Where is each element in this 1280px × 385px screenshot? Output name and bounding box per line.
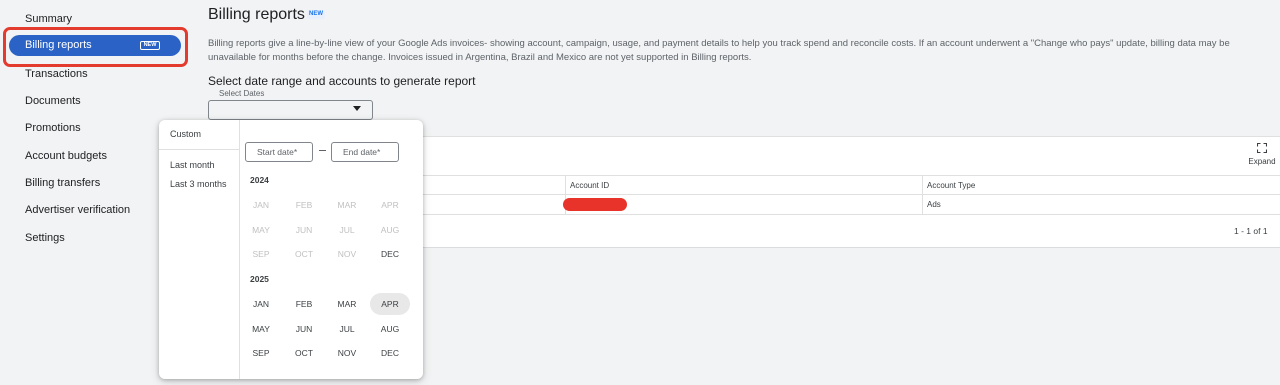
sidebar-item-settings[interactable]: Settings xyxy=(25,231,65,245)
month-dec-2025[interactable]: DEC xyxy=(370,342,410,364)
month-apr-2024: APR xyxy=(381,200,399,210)
page-title: Billing reports xyxy=(208,6,305,23)
month-jan-2025[interactable]: JAN xyxy=(241,293,281,315)
month-oct-2024: OCT xyxy=(295,249,313,260)
fullscreen-icon xyxy=(1257,143,1267,153)
year-label: 2025 xyxy=(250,274,269,284)
column-header-account-type[interactable]: Account Type xyxy=(927,181,975,191)
preset-list: Custom Last month Last 3 months xyxy=(159,120,240,379)
start-date-input[interactable]: Start date* xyxy=(245,142,313,162)
redacted-account-id xyxy=(563,198,627,211)
month-oct-2025[interactable]: OCT xyxy=(284,342,324,364)
month-jul-2024: JUL xyxy=(339,224,355,235)
account-type-cell: Ads xyxy=(927,200,941,209)
month-dec-2024[interactable]: DEC xyxy=(370,243,410,265)
month-mar-2024: MAR xyxy=(337,200,357,210)
sidebar-item-account-budgets[interactable]: Account budgets xyxy=(25,149,107,163)
sidebar-item-billing-transfers[interactable]: Billing transfers xyxy=(25,176,100,190)
month-sep-2024: SEP xyxy=(252,249,270,260)
preset-last-month[interactable]: Last month xyxy=(170,160,215,171)
month-jun-2025[interactable]: JUN xyxy=(284,318,324,340)
month-may-2024: MAY xyxy=(252,224,270,235)
page-description: Billing reports give a line-by-line view… xyxy=(208,38,1230,63)
new-badge: NEW xyxy=(307,10,325,19)
month-aug-2025[interactable]: AUG xyxy=(370,318,410,340)
annotation-highlight-box xyxy=(3,27,188,67)
month-may-2025[interactable]: MAY xyxy=(241,318,281,340)
month-mar-2025[interactable]: MAR xyxy=(327,293,367,315)
month-feb-2025[interactable]: FEB xyxy=(284,293,324,315)
expand-label: Expand xyxy=(1248,157,1276,166)
select-dates-label: Select Dates xyxy=(216,89,268,98)
column-header-account-id[interactable]: Account ID xyxy=(570,181,609,191)
preset-last-3-months[interactable]: Last 3 months xyxy=(170,179,227,190)
month-nov-2025[interactable]: NOV xyxy=(327,342,367,364)
select-dates-dropdown[interactable] xyxy=(208,100,373,120)
sidebar-item-summary[interactable]: Summary xyxy=(25,12,72,26)
table-row[interactable]: Ads xyxy=(420,195,1280,215)
pagination-label: 1 - 1 of 1 xyxy=(1234,226,1268,236)
range-dash xyxy=(319,150,326,151)
expand-button[interactable]: Expand xyxy=(1247,143,1277,166)
divider xyxy=(159,149,239,150)
month-sep-2025[interactable]: SEP xyxy=(241,342,281,364)
sidebar-item-advertiser-verification[interactable]: Advertiser verification xyxy=(25,203,130,217)
sidebar-item-documents[interactable]: Documents xyxy=(25,94,81,108)
month-aug-2024: AUG xyxy=(380,224,400,235)
dropdown-arrow-icon[interactable] xyxy=(353,106,361,111)
month-nov-2024: NOV xyxy=(337,249,357,260)
sidebar-item-transactions[interactable]: Transactions xyxy=(25,67,88,81)
month-feb-2024: FEB xyxy=(295,200,313,210)
preset-custom[interactable]: Custom xyxy=(170,129,201,140)
table-header: Account ID Account Type xyxy=(420,175,1280,195)
month-jul-2025[interactable]: JUL xyxy=(327,318,367,340)
section-heading: Select date range and accounts to genera… xyxy=(208,74,476,88)
sidebar-item-promotions[interactable]: Promotions xyxy=(25,121,81,135)
month-jan-2024: JAN xyxy=(252,200,270,210)
end-date-input[interactable]: End date* xyxy=(331,142,399,162)
month-apr-2025[interactable]: APR xyxy=(370,293,410,315)
date-range-picker: Custom Last month Last 3 months Start da… xyxy=(159,120,423,379)
month-jun-2024: JUN xyxy=(295,224,313,235)
year-label: 2024 xyxy=(250,175,269,185)
